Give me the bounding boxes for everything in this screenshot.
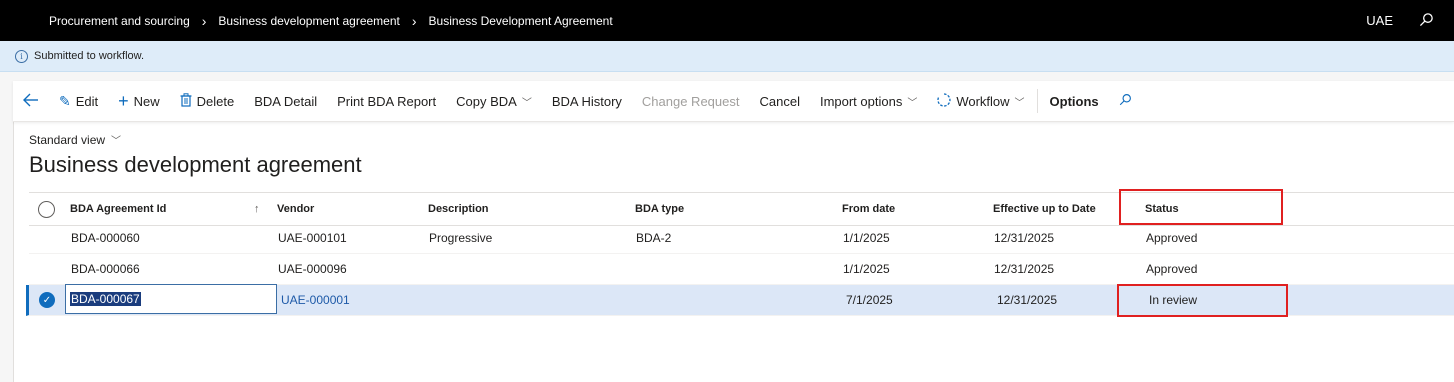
vendor-link[interactable]: UAE-000001: [281, 285, 350, 315]
company-picker[interactable]: UAE: [1366, 13, 1393, 28]
cell-id: BDA-000066: [71, 262, 140, 276]
cell-from-date: 1/1/2025: [843, 231, 890, 245]
import-options-menu[interactable]: Import options ﹀: [810, 81, 927, 121]
column-header-id[interactable]: BDA Agreement Id: [70, 193, 166, 225]
column-header-bda-type[interactable]: BDA type: [635, 193, 684, 225]
column-header-from-date[interactable]: From date: [842, 193, 895, 225]
bda-history-button[interactable]: BDA History: [542, 81, 632, 121]
delete-button[interactable]: Delete: [170, 81, 245, 121]
chevron-right-icon: ›: [411, 12, 417, 29]
action-search-button[interactable]: [1109, 81, 1142, 121]
copy-bda-label: Copy BDA: [456, 93, 517, 109]
info-icon: i: [15, 49, 28, 63]
cell-effective-date: 12/31/2025: [994, 231, 1055, 245]
change-request-button[interactable]: Change Request: [632, 81, 750, 121]
message-bar: i Submitted to workflow.: [0, 41, 1454, 72]
breadcrumb-bda-form[interactable]: Business Development Agreement: [429, 14, 613, 28]
top-nav-bar: Procurement and sourcing › Business deve…: [0, 0, 1454, 41]
change-request-label: Change Request: [641, 93, 740, 109]
table-row[interactable]: BDA-000066 UAE-000096 1/1/2025 12/31/202…: [29, 254, 1454, 285]
page-title: Business development agreement: [29, 152, 362, 177]
bda-detail-label: BDA Detail: [254, 93, 318, 109]
column-header-vendor[interactable]: Vendor: [277, 193, 314, 225]
agreement-id-field[interactable]: BDA-000067: [65, 284, 277, 314]
cancel-button[interactable]: Cancel: [749, 81, 809, 121]
cell-from-date: 7/1/2025: [846, 293, 893, 307]
edit-label: Edit: [75, 93, 99, 109]
cell-effective-date: 12/31/2025: [994, 262, 1055, 276]
chevron-down-icon: ﹀: [111, 136, 122, 147]
new-label: New: [133, 93, 160, 109]
bda-detail-button[interactable]: BDA Detail: [244, 81, 327, 121]
status-header-highlight: [1119, 189, 1283, 225]
cell-id: BDA-000067: [70, 292, 141, 306]
search-icon: [1119, 93, 1132, 109]
cell-effective-date: 12/31/2025: [997, 293, 1058, 307]
cell-status: Approved: [1146, 231, 1198, 245]
chevron-right-icon: ›: [201, 12, 207, 29]
chevron-down-icon: ﹀: [521, 97, 532, 109]
view-selector[interactable]: Standard view ﹀: [29, 132, 122, 148]
cancel-label: Cancel: [759, 93, 800, 109]
cell-id: BDA-000060: [71, 231, 140, 245]
import-options-label: Import options: [819, 93, 903, 109]
pencil-icon: ✎: [59, 92, 71, 109]
chevron-down-icon: ﹀: [907, 97, 918, 109]
workflow-icon: [937, 92, 951, 110]
cell-status: Approved: [1146, 262, 1198, 276]
cell-from-date: 1/1/2025: [843, 262, 890, 276]
copy-bda-menu[interactable]: Copy BDA ﹀: [446, 81, 542, 121]
print-bda-report-button[interactable]: Print BDA Report: [327, 81, 446, 121]
cell-vendor: UAE-000096: [278, 262, 347, 276]
row-checkbox[interactable]: ✓: [39, 285, 55, 315]
select-all-checkbox[interactable]: [38, 193, 55, 225]
cell-bda-type: BDA-2: [636, 231, 672, 245]
chevron-down-icon: ﹀: [1014, 97, 1025, 109]
checkmark-icon: ✓: [39, 292, 55, 308]
cell-description: Progressive: [429, 231, 493, 245]
column-header-effective-date[interactable]: Effective up to Date: [993, 193, 1096, 225]
search-icon[interactable]: [1419, 12, 1434, 30]
new-button[interactable]: + New: [108, 81, 170, 121]
delete-label: Delete: [196, 93, 235, 109]
breadcrumb-procurement[interactable]: Procurement and sourcing: [49, 14, 190, 28]
sort-ascending-icon[interactable]: ↑: [254, 193, 260, 225]
print-bda-report-label: Print BDA Report: [337, 93, 437, 109]
workflow-menu[interactable]: Workflow ﹀: [927, 81, 1034, 121]
message-text: Submitted to workflow.: [34, 50, 145, 62]
options-tab[interactable]: Options: [1040, 81, 1109, 121]
breadcrumb: Procurement and sourcing › Business deve…: [49, 13, 613, 29]
workflow-label: Workflow: [956, 93, 1010, 109]
bda-history-label: BDA History: [551, 93, 622, 109]
edit-button[interactable]: ✎ Edit: [49, 81, 108, 121]
column-header-description[interactable]: Description: [428, 193, 489, 225]
status-cell-highlight: [1117, 284, 1288, 317]
breadcrumb-bda-list[interactable]: Business development agreement: [218, 14, 399, 28]
table-row[interactable]: BDA-000060 UAE-000101 Progressive BDA-2 …: [29, 223, 1454, 254]
options-label: Options: [1049, 93, 1099, 109]
plus-icon: +: [118, 90, 129, 111]
view-label: Standard view: [29, 132, 106, 147]
toolbar-divider: [1036, 89, 1038, 113]
back-arrow-icon[interactable]: [13, 91, 49, 112]
cell-vendor: UAE-000101: [278, 231, 347, 245]
action-pane: ✎ Edit + New Delete BDA Detail Print BDA…: [13, 81, 1454, 122]
trash-icon: [180, 92, 192, 110]
